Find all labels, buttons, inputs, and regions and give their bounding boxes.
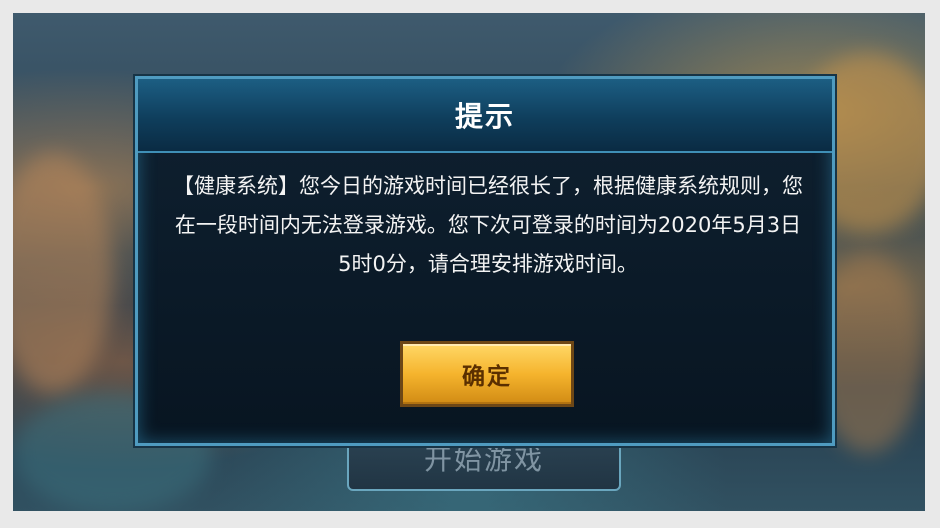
game-screen: 开始游戏 提示 【健康系统】您今日的游戏时间已经很长了，根据健康系统规则，您在一… (13, 13, 925, 511)
dialog-header: 提示 (138, 79, 832, 153)
confirm-button-label: 确定 (462, 364, 512, 390)
confirm-button[interactable]: 确定 (400, 341, 574, 407)
dialog-message: 【健康系统】您今日的游戏时间已经很长了，根据健康系统规则，您在一段时间内无法登录… (173, 174, 803, 276)
background-character-left (13, 153, 113, 393)
dialog-title: 提示 (454, 100, 515, 133)
health-system-dialog: 提示 【健康系统】您今日的游戏时间已经很长了，根据健康系统规则，您在一段时间内无… (135, 76, 835, 446)
